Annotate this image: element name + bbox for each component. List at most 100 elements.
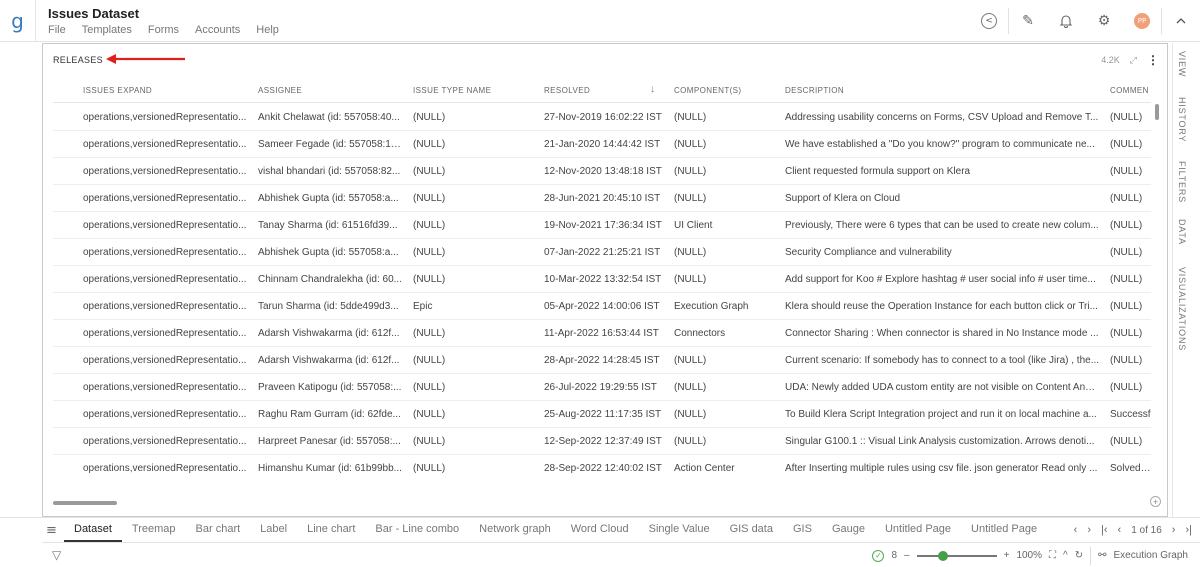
menu-file[interactable]: File [48, 24, 66, 36]
page-tab[interactable]: Line chart [297, 518, 365, 542]
chevron-right-icon[interactable]: › [1087, 524, 1091, 536]
page-tab[interactable]: Untitled Page [961, 518, 1044, 542]
cell-issue-type: (NULL) [413, 462, 446, 474]
app-logo[interactable]: g [0, 0, 36, 42]
sidetab-history[interactable]: HISTORY [1177, 97, 1187, 142]
page-tab[interactable]: Bar - Line combo [365, 518, 469, 542]
sidetab-visualizations[interactable]: VISUALIZATIONS [1177, 267, 1187, 351]
column-header-description[interactable]: DESCRIPTION [785, 78, 1100, 103]
gear-icon: ⚙ [1097, 13, 1111, 29]
expand-icon[interactable]: ⤢ [1130, 55, 1137, 66]
table-row[interactable]: operations,versionedRepresentatio... Adar… [53, 347, 1151, 374]
sidetab-data[interactable]: DATA [1177, 219, 1187, 245]
cell-assignee: Adarsh Vishwakarma (id: 612f... [258, 354, 400, 366]
table-row[interactable]: operations,versionedRepresentatio... Abhi… [53, 185, 1151, 212]
page-tab[interactable]: GIS data [720, 518, 783, 542]
settings-button[interactable]: ⚙ [1085, 0, 1123, 42]
sidetab-filters[interactable]: FILTERS [1177, 161, 1187, 203]
cell-issue-type: Epic [413, 300, 433, 312]
more-options-icon[interactable]: ⋮ [1147, 53, 1159, 67]
column-header-comment[interactable]: COMMEN [1110, 78, 1151, 103]
first-page-icon[interactable]: |‹ [1101, 524, 1108, 536]
user-menu[interactable]: PP [1123, 0, 1161, 42]
table-row[interactable]: operations,versionedRepresentatio... vish… [53, 158, 1151, 185]
table-row[interactable]: operations,versionedRepresentatio... Ragh… [53, 401, 1151, 428]
cell-components: (NULL) [674, 273, 707, 285]
chevron-up-icon [1176, 18, 1186, 24]
menu-templates[interactable]: Templates [82, 24, 132, 36]
cell-description: Current scenario: If somebody has to con… [785, 354, 1100, 366]
table-row[interactable]: operations,versionedRepresentatio... Same… [53, 131, 1151, 158]
menu-icon[interactable]: ≡ [46, 523, 57, 538]
cell-assignee: Abhishek Gupta (id: 557058:a... [258, 246, 399, 258]
next-page-icon[interactable]: › [1172, 524, 1176, 536]
table-row[interactable]: operations,versionedRepresentatio... Prav… [53, 374, 1151, 401]
avatar: PP [1134, 13, 1150, 29]
cell-comment: (NULL) [1110, 246, 1143, 258]
page-tab[interactable]: Network graph [469, 518, 561, 542]
notifications-button[interactable] [1047, 0, 1085, 42]
cell-resolved: 12-Sep-2022 12:37:49 IST [544, 435, 662, 447]
horizontal-scrollbar[interactable] [53, 501, 117, 505]
zoom-level: 100% [1016, 550, 1043, 561]
add-icon[interactable]: + [1150, 496, 1161, 507]
prev-page-icon[interactable]: ‹ [1118, 524, 1122, 536]
menu-accounts[interactable]: Accounts [195, 24, 240, 36]
execution-graph-link[interactable]: Execution Graph [1114, 550, 1189, 561]
cell-description: UDA: Newly added UDA custom entity are n… [785, 381, 1100, 393]
column-header-components[interactable]: COMPONENT(S) [674, 78, 774, 103]
table-row[interactable]: operations,versionedRepresentatio... Hima… [53, 455, 1151, 478]
zoom-slider-track [916, 554, 997, 557]
cell-description: Previously, There were 6 types that can … [785, 219, 1099, 231]
page-tab[interactable]: Treemap [122, 518, 186, 542]
table-row[interactable]: operations,versionedRepresentatio... Chin… [53, 266, 1151, 293]
menu-help[interactable]: Help [256, 24, 279, 36]
page-tab[interactable]: Dataset [64, 518, 122, 542]
sort-descending-icon[interactable]: ↓ [650, 84, 655, 95]
cell-components: (NULL) [674, 138, 707, 150]
last-page-icon[interactable]: ›| [1185, 524, 1192, 536]
column-header-assignee[interactable]: ASSIGNEE [258, 78, 403, 103]
cell-resolved: 28-Apr-2022 14:28:45 IST [544, 354, 660, 366]
zoom-slider[interactable] [916, 550, 997, 561]
fit-screen-icon[interactable]: ⛶ [1049, 550, 1056, 561]
table-row[interactable]: operations,versionedRepresentatio... Anki… [53, 104, 1151, 131]
table-row[interactable]: operations,versionedRepresentatio... Harp… [53, 428, 1151, 455]
cell-description: Klera should reuse the Operation Instanc… [785, 300, 1098, 312]
chevron-left-icon[interactable]: ‹ [1074, 524, 1078, 536]
table-row[interactable]: operations,versionedRepresentatio... Tana… [53, 212, 1151, 239]
annotation-arrow-icon [106, 54, 185, 64]
table-row[interactable]: operations,versionedRepresentatio... Abhi… [53, 239, 1151, 266]
page-tab[interactable]: Single Value [639, 518, 720, 542]
sidetab-view[interactable]: VIEW [1177, 51, 1187, 77]
page-tab[interactable]: Bar chart [186, 518, 251, 542]
column-header-issues-expand[interactable]: ISSUES EXPAND [83, 78, 248, 103]
page-tab[interactable]: Word Cloud [561, 518, 639, 542]
menu-forms[interactable]: Forms [148, 24, 179, 36]
cell-assignee: Chinnam Chandralekha (id: 60... [258, 273, 402, 285]
column-header-issue-type-name[interactable]: ISSUE TYPE NAME [413, 78, 533, 103]
table-row[interactable]: operations,versionedRepresentatio... Taru… [53, 293, 1151, 320]
cell-resolved: 25-Aug-2022 11:17:35 IST [544, 408, 662, 420]
filter-icon[interactable]: ▽ [52, 548, 61, 562]
cell-issue-type: (NULL) [413, 435, 446, 447]
panel-title: RELEASES [53, 55, 103, 65]
page-tab[interactable]: Gauge [822, 518, 875, 542]
zoom-in-button[interactable]: + [1004, 550, 1010, 561]
collapse-button[interactable] [1162, 0, 1200, 42]
zoom-out-button[interactable]: – [904, 550, 910, 561]
zoom-slider-knob[interactable] [937, 550, 948, 561]
top-icons: < ✎ ⚙ PP [970, 0, 1200, 42]
refresh-icon[interactable]: ↻ [1075, 550, 1083, 561]
share-button[interactable]: < [970, 0, 1008, 42]
page-tab[interactable]: GIS [783, 518, 822, 542]
cell-issues-expand: operations,versionedRepresentatio... [83, 462, 247, 474]
vertical-scrollbar[interactable] [1155, 104, 1159, 120]
edit-notes-icon: ✎ [1022, 13, 1034, 29]
edit-notes-button[interactable]: ✎ [1009, 0, 1047, 42]
chevron-up-icon[interactable]: ^ [1063, 550, 1068, 561]
cell-assignee: Praveen Katipogu (id: 557058:... [258, 381, 402, 393]
table-row[interactable]: operations,versionedRepresentatio... Adar… [53, 320, 1151, 347]
page-tab[interactable]: Label [250, 518, 297, 542]
page-tab[interactable]: Untitled Page [875, 518, 961, 542]
